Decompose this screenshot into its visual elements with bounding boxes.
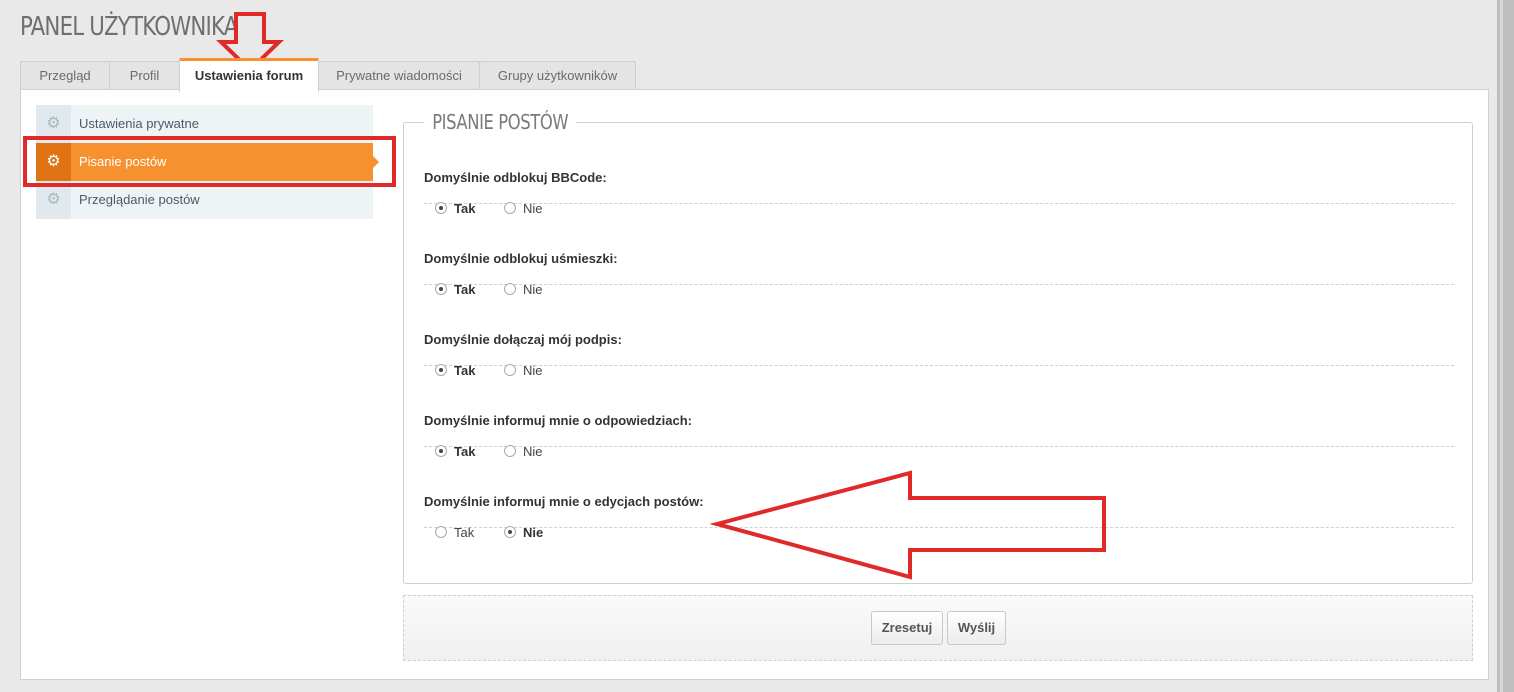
page-title: PANEL UŻYTKOWNIKA <box>20 12 238 42</box>
option-podpis: Domyślnie dołączaj mój podpis: Tak Nie <box>424 285 1454 378</box>
sidebar-item-przegladanie-postow[interactable]: ⚙ Przeglądanie postów <box>36 181 373 219</box>
radio-button[interactable] <box>435 526 447 538</box>
sidebar-item-ustawienia-prywatne[interactable]: ⚙ Ustawienia prywatne <box>36 105 373 143</box>
option-label: Domyślnie dołączaj mój podpis: <box>424 332 622 347</box>
tab-prywatne-wiadomosci[interactable]: Prywatne wiadomości <box>318 61 480 89</box>
option-label: Domyślnie odblokuj uśmieszki: <box>424 251 618 266</box>
sidebar-item-label: Ustawienia prywatne <box>79 116 199 131</box>
radio-label: Nie <box>523 525 544 540</box>
option-label: Domyślnie odblokuj BBCode: <box>424 170 607 185</box>
option-usmieszki: Domyślnie odblokuj uśmieszki: Tak Nie <box>424 204 1454 297</box>
option-odpowiedzi: Domyślnie informuj mnie o odpowiedziach:… <box>424 366 1454 459</box>
option-bbcode: Domyślnie odblokuj BBCode: Tak Nie <box>424 123 1454 216</box>
option-label: Domyślnie informuj mnie o odpowiedziach: <box>424 413 692 428</box>
tab-ustawienia-forum[interactable]: Ustawienia forum <box>179 58 319 92</box>
gear-icon: ⚙ <box>36 105 71 143</box>
gear-icon: ⚙ <box>36 143 71 181</box>
submit-button[interactable]: Wyślij <box>947 611 1006 645</box>
window-edge <box>1497 0 1514 692</box>
sidebar-item-pisanie-postow[interactable]: ⚙ Pisanie postów <box>36 143 379 181</box>
gear-icon: ⚙ <box>36 181 71 219</box>
submit-panel: Zresetuj Wyślij <box>403 595 1473 661</box>
radio-button[interactable] <box>504 526 516 538</box>
reset-button[interactable]: Zresetuj <box>871 611 943 645</box>
option-edycje: Domyślnie informuj mnie o edycjach postó… <box>424 447 1454 540</box>
tab-profil[interactable]: Profil <box>109 61 180 89</box>
radio-label: Tak <box>454 525 475 540</box>
option-label: Domyślnie informuj mnie o edycjach postó… <box>424 494 704 509</box>
sidebar: ⚙ Ustawienia prywatne ⚙ Pisanie postów ⚙… <box>36 105 379 219</box>
posting-settings-fieldset: PISANIE POSTÓW Domyślnie odblokuj BBCode… <box>403 110 1473 584</box>
tab-przeglad[interactable]: Przegląd <box>20 61 110 89</box>
tab-grupy-uzytkownikow[interactable]: Grupy użytkowników <box>479 61 636 89</box>
sidebar-item-label: Przeglądanie postów <box>79 192 200 207</box>
sidebar-item-label: Pisanie postów <box>79 154 167 169</box>
